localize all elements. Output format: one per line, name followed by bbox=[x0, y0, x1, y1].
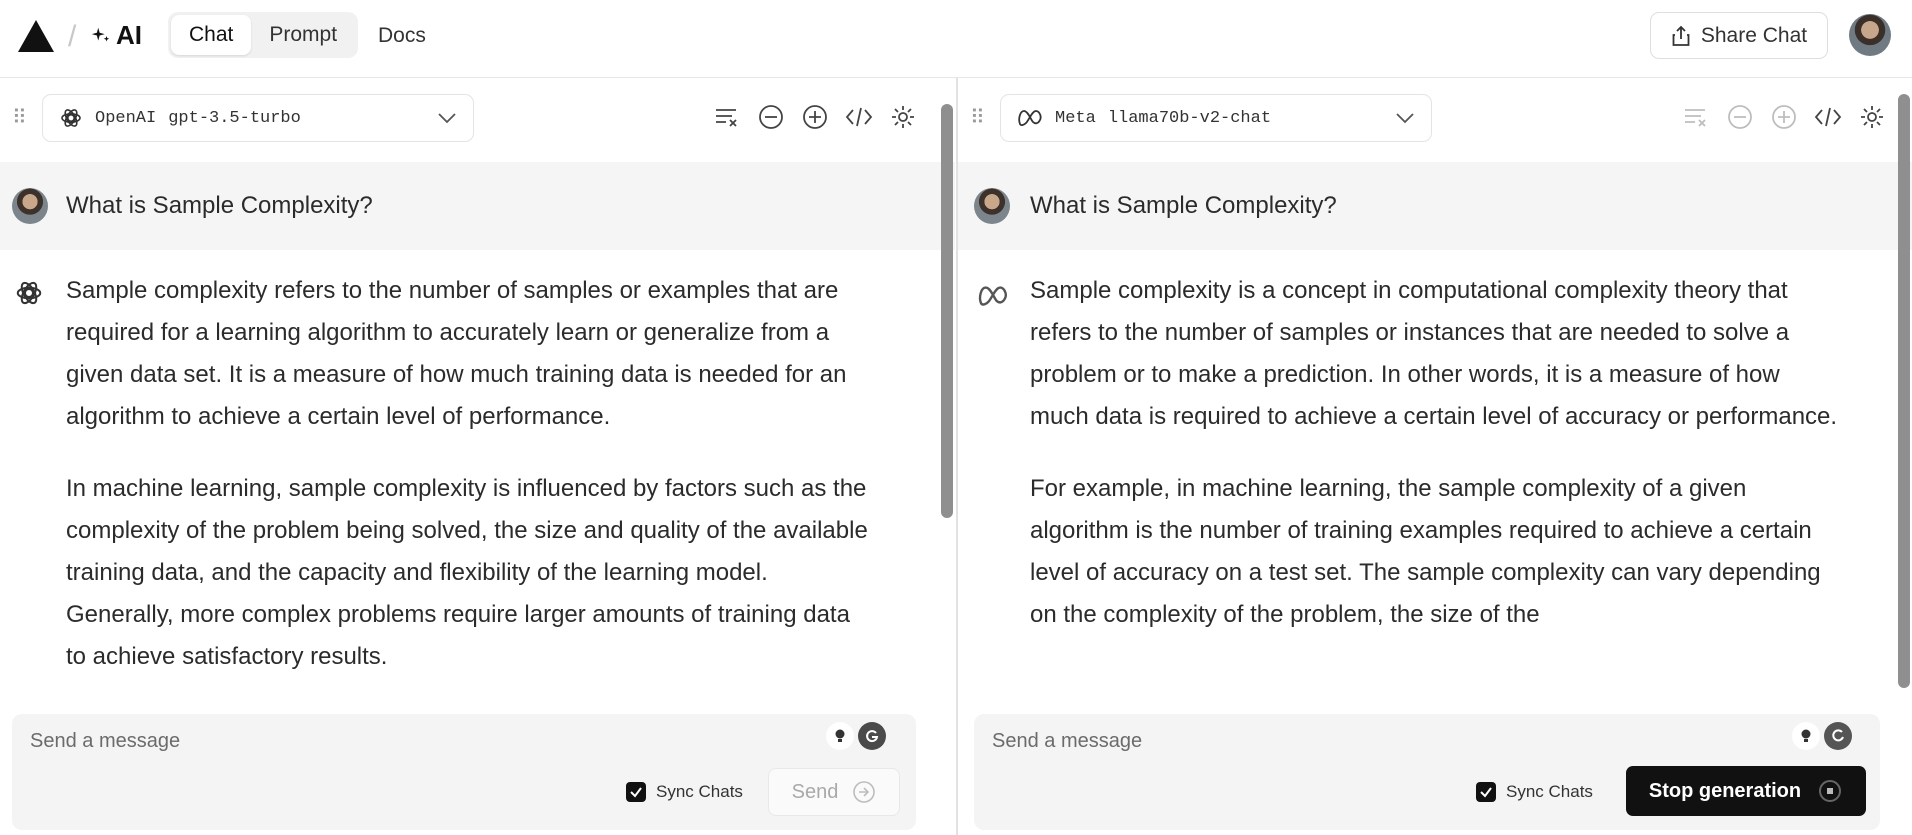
user-message-row: What is Sample Complexity? bbox=[958, 162, 1912, 250]
message-placeholder: Send a message bbox=[30, 730, 181, 752]
left-chat-panel: ⠿ OpenAI gpt-3.5-turbo What is Sample Co… bbox=[0, 78, 955, 835]
separator-slash: / bbox=[68, 20, 77, 53]
code-icon[interactable] bbox=[844, 102, 874, 132]
assistant-response: Sample complexity is a concept in comput… bbox=[1030, 270, 1840, 666]
top-bar: / AI Chat Prompt Docs Share Chat bbox=[0, 0, 1912, 78]
code-icon[interactable] bbox=[1813, 102, 1843, 132]
settings-gear-icon[interactable] bbox=[1857, 102, 1887, 132]
sync-checkbox[interactable] bbox=[1476, 782, 1496, 802]
lightbulb-icon[interactable] bbox=[1792, 722, 1820, 750]
share-chat-label: Share Chat bbox=[1700, 23, 1808, 47]
scrollbar[interactable] bbox=[937, 78, 955, 835]
settings-gear-icon[interactable] bbox=[888, 102, 918, 132]
drag-handle-icon[interactable]: ⠿ bbox=[12, 108, 27, 128]
stop-generation-button[interactable]: Stop generation bbox=[1626, 766, 1866, 816]
model-selector[interactable]: Meta llama70b-v2-chat bbox=[1000, 94, 1432, 142]
response-paragraph: For example, in machine learning, the sa… bbox=[1030, 475, 1821, 628]
remove-panel-icon[interactable] bbox=[756, 102, 786, 132]
drag-handle-icon[interactable]: ⠿ bbox=[970, 108, 985, 128]
sparkle-icon bbox=[91, 27, 110, 41]
tab-prompt[interactable]: Prompt bbox=[251, 15, 355, 55]
sync-chats-label: Sync Chats bbox=[656, 782, 743, 801]
share-chat-button[interactable]: Share Chat bbox=[1650, 12, 1828, 59]
model-bar: ⠿ Meta llama70b-v2-chat bbox=[958, 78, 1912, 162]
model-name: llama70b-v2-chat bbox=[1107, 108, 1272, 128]
response-paragraph: Sample complexity refers to the number o… bbox=[66, 277, 847, 430]
remove-panel-icon[interactable] bbox=[1725, 102, 1755, 132]
add-panel-icon[interactable] bbox=[800, 102, 830, 132]
panel-toolbar bbox=[712, 102, 918, 132]
user-message-text: What is Sample Complexity? bbox=[66, 192, 373, 219]
model-name: gpt-3.5-turbo bbox=[168, 108, 301, 128]
provider-name: Meta bbox=[1055, 108, 1096, 128]
user-message-text: What is Sample Complexity? bbox=[1030, 192, 1337, 219]
input-addons bbox=[826, 722, 886, 750]
user-avatar[interactable] bbox=[1849, 14, 1891, 56]
message-input[interactable]: Send a message Sync Chats Stop generatio… bbox=[974, 714, 1880, 830]
tab-chat[interactable]: Chat bbox=[171, 15, 252, 55]
right-chat-panel: ⠿ Meta llama70b-v2-chat What is Sample C… bbox=[956, 78, 1912, 835]
openai-icon bbox=[16, 281, 42, 305]
loading-spinner-icon bbox=[1824, 722, 1852, 750]
grammarly-icon[interactable] bbox=[858, 722, 886, 750]
scrollbar-thumb[interactable] bbox=[1898, 94, 1910, 688]
send-button[interactable]: Send bbox=[768, 768, 900, 816]
user-message-row: What is Sample Complexity? bbox=[0, 162, 955, 250]
ai-label: AI bbox=[116, 20, 142, 50]
sync-chats-label: Sync Chats bbox=[1506, 782, 1593, 801]
stop-generation-label: Stop generation bbox=[1648, 779, 1802, 802]
model-bar: ⠿ OpenAI gpt-3.5-turbo bbox=[0, 78, 955, 162]
scrollbar-thumb[interactable] bbox=[941, 104, 953, 518]
assistant-response: Sample complexity refers to the number o… bbox=[66, 270, 876, 708]
sync-chats-toggle[interactable]: Sync Chats bbox=[626, 782, 743, 802]
arrow-right-circle-icon bbox=[853, 781, 876, 803]
sync-chats-toggle[interactable]: Sync Chats bbox=[1476, 782, 1593, 802]
vercel-logo-icon[interactable] bbox=[18, 20, 54, 52]
clear-chat-icon[interactable] bbox=[1681, 102, 1711, 132]
panel-toolbar bbox=[1681, 102, 1887, 132]
chevron-down-icon bbox=[1396, 113, 1414, 124]
lightbulb-icon[interactable] bbox=[826, 722, 854, 750]
response-paragraph: Sample complexity is a concept in comput… bbox=[1030, 277, 1838, 430]
mode-tabs: Chat Prompt bbox=[168, 12, 359, 58]
message-input[interactable]: Send a message Sync Chats Send bbox=[12, 714, 916, 830]
openai-icon bbox=[61, 109, 81, 127]
scrollbar[interactable] bbox=[1894, 78, 1912, 835]
model-selector[interactable]: OpenAI gpt-3.5-turbo bbox=[42, 94, 474, 142]
chevron-down-icon bbox=[438, 113, 456, 124]
message-placeholder: Send a message bbox=[992, 730, 1143, 752]
ai-logo[interactable]: AI bbox=[90, 20, 142, 51]
user-avatar-small bbox=[974, 188, 1010, 224]
stop-icon bbox=[1819, 780, 1842, 802]
provider-name: OpenAI bbox=[95, 108, 157, 128]
docs-link[interactable]: Docs bbox=[378, 24, 426, 48]
meta-icon bbox=[1018, 110, 1042, 126]
input-addons bbox=[1792, 722, 1852, 750]
add-panel-icon[interactable] bbox=[1769, 102, 1799, 132]
share-icon bbox=[1672, 25, 1690, 46]
clear-chat-icon[interactable] bbox=[712, 102, 742, 132]
user-avatar-small bbox=[12, 188, 48, 224]
sync-checkbox[interactable] bbox=[626, 782, 646, 802]
send-label: Send bbox=[791, 780, 839, 803]
response-paragraph: In machine learning, sample complexity i… bbox=[66, 475, 868, 670]
meta-icon bbox=[978, 286, 1007, 306]
